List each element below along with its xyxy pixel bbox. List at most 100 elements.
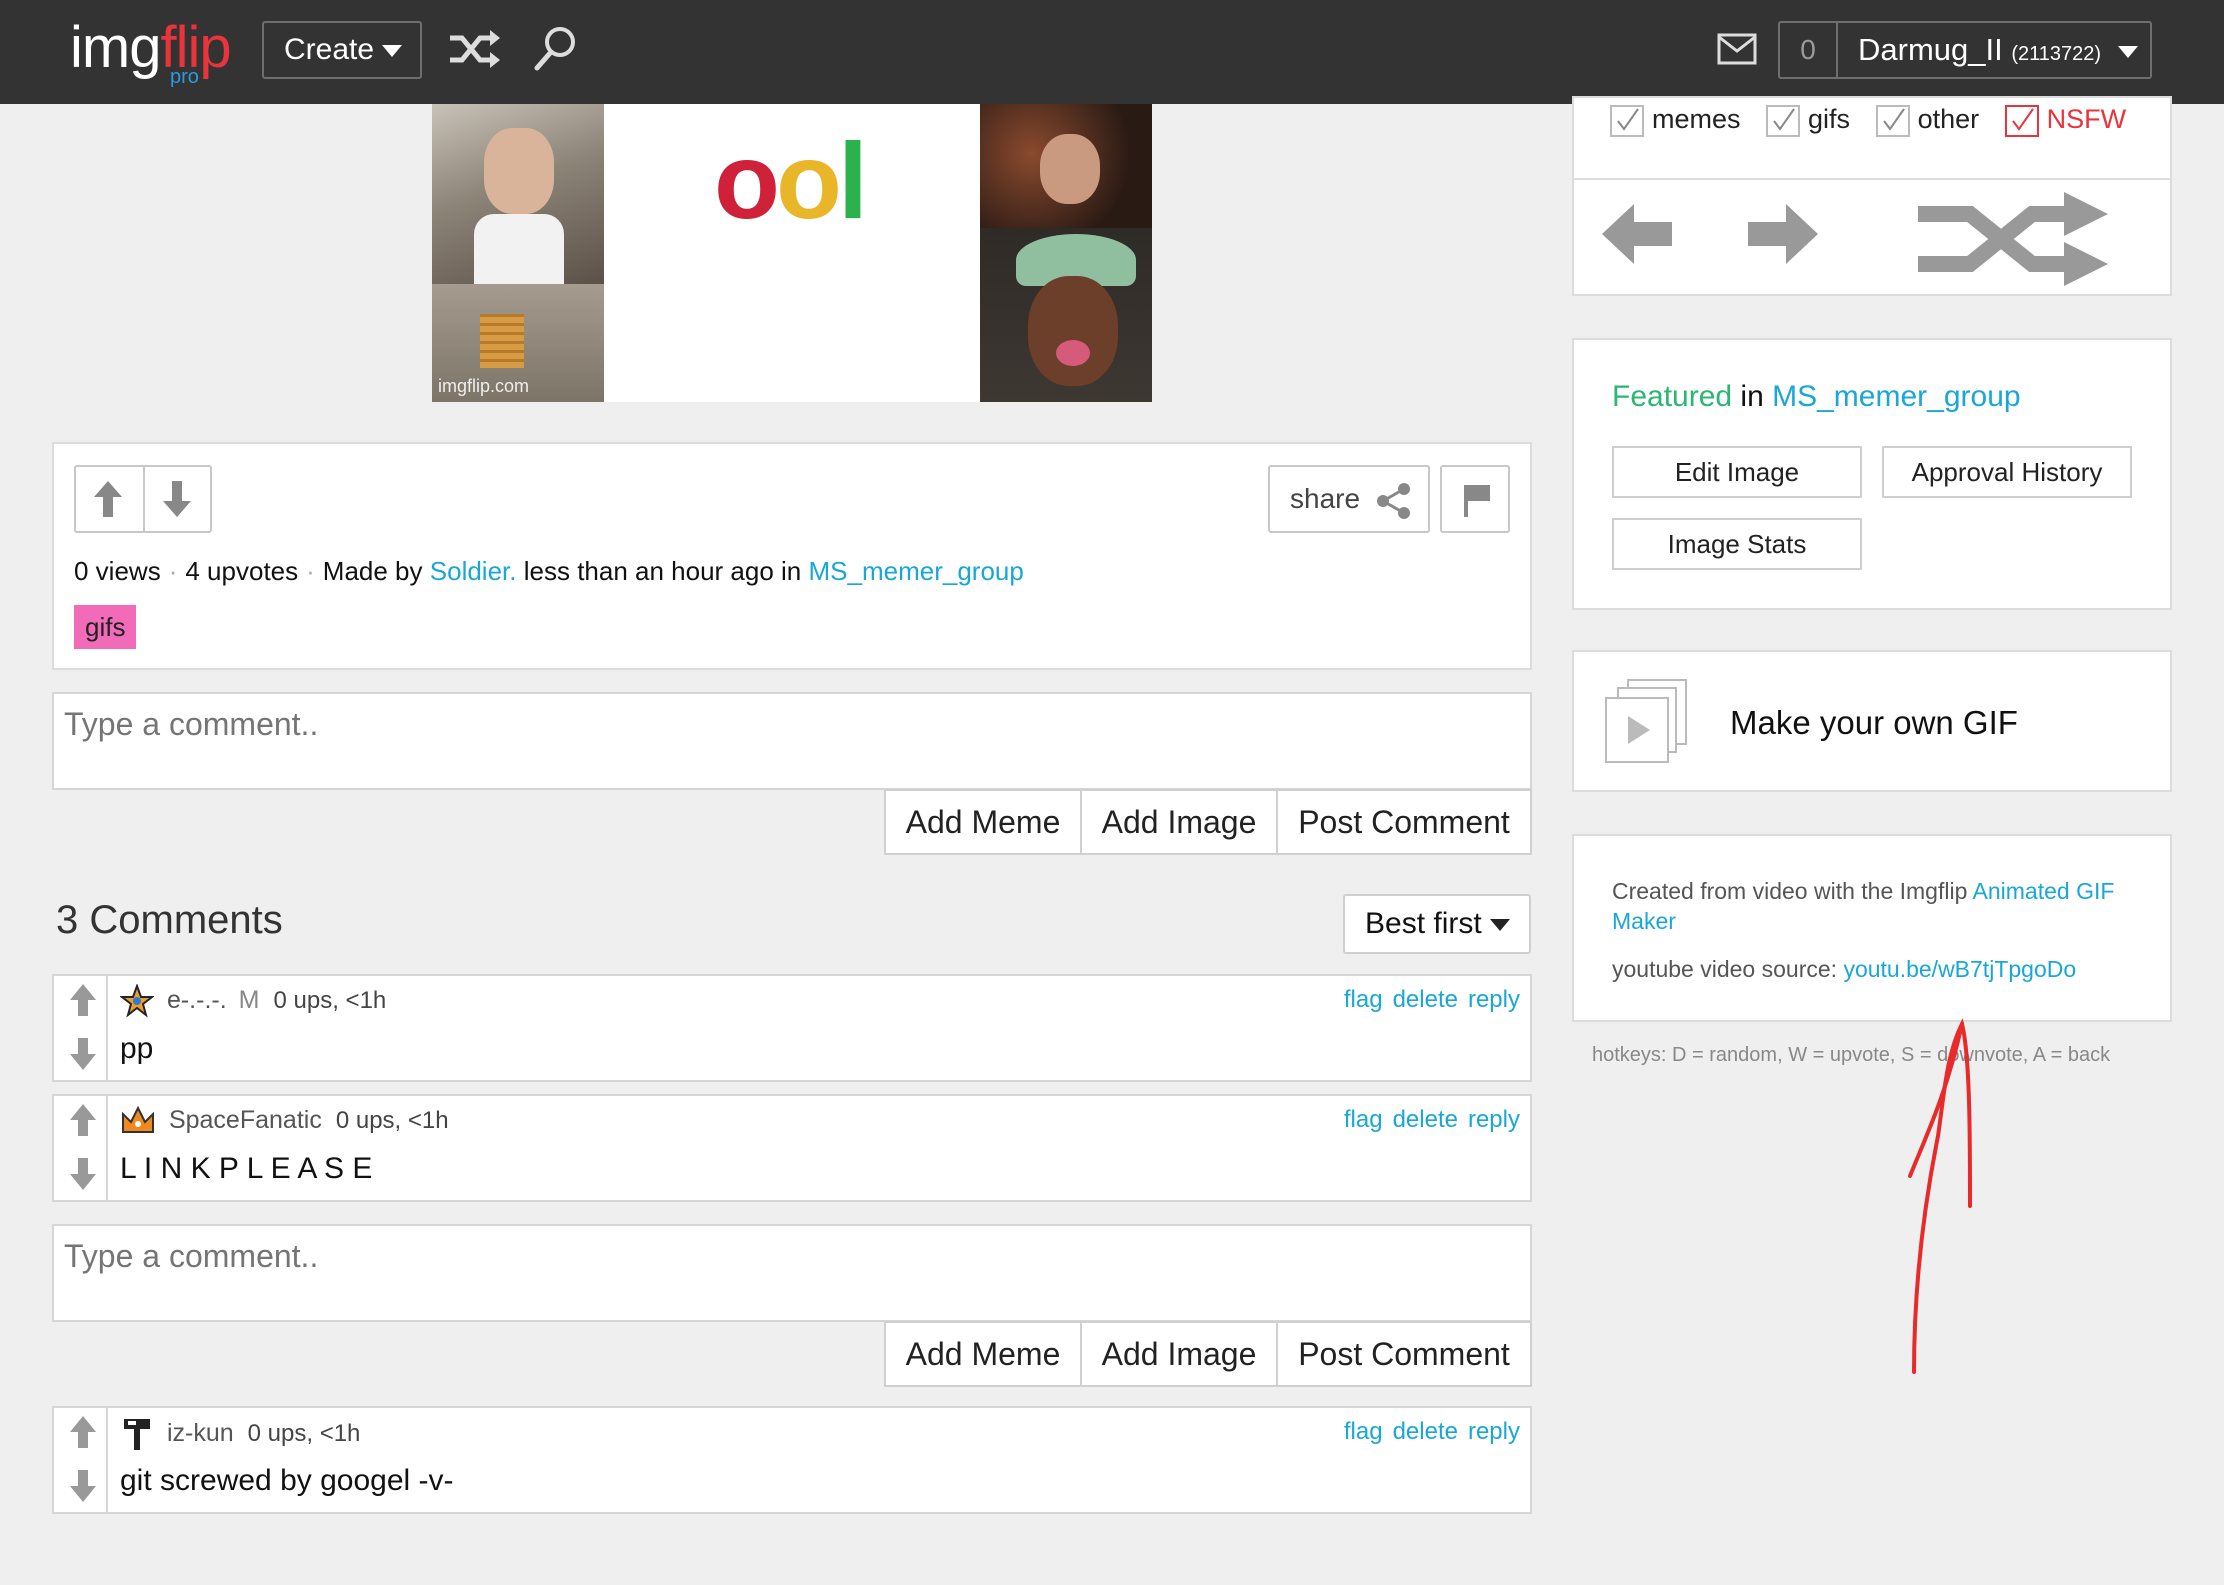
make-gif-panel[interactable]: Make your own GIF [1572, 650, 2172, 792]
content-filters: memes gifs other NSFW [1610, 104, 2144, 137]
logo-pro-label: pro [170, 66, 199, 88]
post-comment-button[interactable]: Post Comment [1276, 1321, 1532, 1387]
reply-link[interactable]: reply [1468, 1106, 1520, 1133]
flag-link[interactable]: flag [1344, 1106, 1383, 1133]
random-shuffle-icon[interactable] [1914, 188, 2110, 288]
filter-memes[interactable]: memes [1610, 104, 1741, 137]
next-arrow-icon[interactable] [1746, 202, 1820, 266]
sort-comments-dropdown[interactable]: Best first [1343, 894, 1531, 954]
username: Darmug_II [1858, 32, 2003, 67]
share-button[interactable]: share [1268, 465, 1430, 533]
chevron-down-icon [2117, 45, 2138, 58]
author-link[interactable]: Soldier. [430, 556, 517, 586]
upvote-button[interactable] [76, 467, 143, 531]
comment-username[interactable]: iz-kun [167, 1419, 234, 1447]
reply-comment-input[interactable] [52, 1224, 1532, 1322]
flag-icon [1464, 485, 1490, 517]
comment-ups: 0 ups, <1h [247, 1419, 361, 1447]
post-time: less than an hour ago in [523, 556, 802, 586]
featured-label: Featured [1612, 380, 1733, 413]
filter-nsfw[interactable]: NSFW [2004, 104, 2126, 137]
add-image-button[interactable]: Add Image [1080, 789, 1278, 855]
delete-link[interactable]: delete [1393, 986, 1458, 1013]
imgflip-logo[interactable]: imgflip [70, 15, 232, 80]
checkbox-checked-icon[interactable] [1766, 104, 1801, 137]
mail-icon[interactable] [1717, 33, 1757, 70]
add-image-button[interactable]: Add Image [1080, 1321, 1278, 1387]
comment-ups: 0 ups, <1h [273, 986, 387, 1014]
shuffle-icon[interactable] [446, 24, 502, 79]
comment-item: iz-kun 0 ups, <1h flag delete reply git scr… [52, 1406, 1532, 1514]
edit-image-button[interactable]: Edit Image [1612, 446, 1862, 498]
comment-vote-column [54, 1096, 108, 1200]
hammer-badge-icon [124, 1419, 150, 1450]
comment-upvote-icon[interactable] [68, 1100, 98, 1140]
comment-vote-column [54, 1408, 108, 1512]
comment-actions: flag delete reply [1334, 1106, 1520, 1134]
featured-in-label: in [1740, 380, 1764, 413]
youtube-source-link[interactable]: youtu.be/wB7tjTpgoDo [1843, 956, 2076, 982]
search-icon[interactable] [532, 24, 580, 79]
filter-gifs[interactable]: gifs [1766, 104, 1850, 137]
comment-username[interactable]: SpaceFanatic [169, 1106, 322, 1134]
imgflip-watermark: imgflip.com [438, 376, 530, 396]
ool-logo-frame: ool [714, 120, 868, 241]
comment-item: e-.-.-. M 0 ups, <1h flag delete reply pp [52, 974, 1532, 1082]
post-comment-button[interactable]: Post Comment [1276, 789, 1532, 855]
hotkeys-hint: hotkeys: D = random, W = upvote, S = dow… [1592, 1044, 2111, 1066]
logo-img-text: img [70, 15, 161, 80]
comment-text: git screwed by googel -v- [120, 1464, 454, 1497]
comment-username[interactable]: e-.-.-. [167, 986, 227, 1014]
comment-header: e-.-.-. M 0 ups, <1h [119, 983, 387, 1018]
checkbox-checked-icon[interactable] [2004, 104, 2039, 137]
comment-ups: 0 ups, <1h [335, 1106, 449, 1134]
create-dropdown-button[interactable]: Create [262, 21, 422, 79]
comment-downvote-icon[interactable] [68, 1466, 98, 1506]
group-link[interactable]: MS_memer_group [809, 556, 1024, 586]
image-stats-button[interactable]: Image Stats [1612, 518, 1862, 570]
add-meme-button[interactable]: Add Meme [884, 789, 1082, 855]
post-vote-buttons [74, 465, 212, 533]
comment-downvote-icon[interactable] [68, 1154, 98, 1194]
comment-downvote-icon[interactable] [68, 1034, 98, 1074]
user-menu-dropdown[interactable]: Darmug_II (2113722) [1836, 21, 2152, 79]
comment-upvote-icon[interactable] [68, 1412, 98, 1452]
approval-history-button[interactable]: Approval History [1882, 446, 2132, 498]
notification-count[interactable]: 0 [1778, 21, 1838, 79]
gifs-tag[interactable]: gifs [74, 605, 137, 649]
flag-button[interactable] [1440, 465, 1510, 533]
comment-input[interactable] [52, 692, 1532, 790]
gif-maker-icon [1605, 679, 1687, 763]
comment-text: L I N K P L E A S E [120, 1152, 373, 1185]
checkbox-checked-icon[interactable] [1610, 104, 1644, 137]
frame-top-right [980, 104, 1152, 228]
comment-upvote-icon[interactable] [68, 980, 98, 1020]
video-source-panel: Created from video with the Imgflip Anim… [1572, 834, 2172, 1022]
comment-text: pp [120, 1032, 154, 1065]
post-meta-line: 0 views · 4 upvotes · Made by Soldier. less … [74, 556, 1024, 586]
made-by-label: Made by [322, 556, 423, 586]
flag-link[interactable]: flag [1344, 1418, 1383, 1445]
share-icon [1377, 483, 1410, 519]
chevron-down-icon [382, 45, 403, 58]
filter-other[interactable]: other [1875, 104, 1979, 137]
featured-group-link[interactable]: MS_memer_group [1772, 380, 2020, 413]
frame-bottom-left: imgflip.com [432, 284, 604, 402]
downvote-button[interactable] [143, 467, 210, 531]
previous-arrow-icon[interactable] [1600, 202, 1674, 266]
checkbox-checked-icon[interactable] [1875, 104, 1910, 137]
delete-link[interactable]: delete [1393, 1418, 1458, 1445]
comment-header: iz-kun 0 ups, <1h [120, 1416, 360, 1452]
frame-top-left [432, 104, 604, 284]
crown-badge-icon [122, 1105, 154, 1133]
chevron-down-icon [1489, 919, 1510, 932]
filter-navigation-panel: memes gifs other NSFW [1572, 96, 2172, 296]
add-meme-button[interactable]: Add Meme [884, 1321, 1082, 1387]
share-label: share [1290, 483, 1361, 514]
frame-bottom-right [980, 228, 1152, 402]
reply-link[interactable]: reply [1468, 1418, 1520, 1445]
flag-link[interactable]: flag [1344, 986, 1383, 1013]
comments-count-title: 3 Comments [56, 898, 283, 942]
reply-link[interactable]: reply [1468, 986, 1520, 1013]
delete-link[interactable]: delete [1393, 1106, 1458, 1133]
